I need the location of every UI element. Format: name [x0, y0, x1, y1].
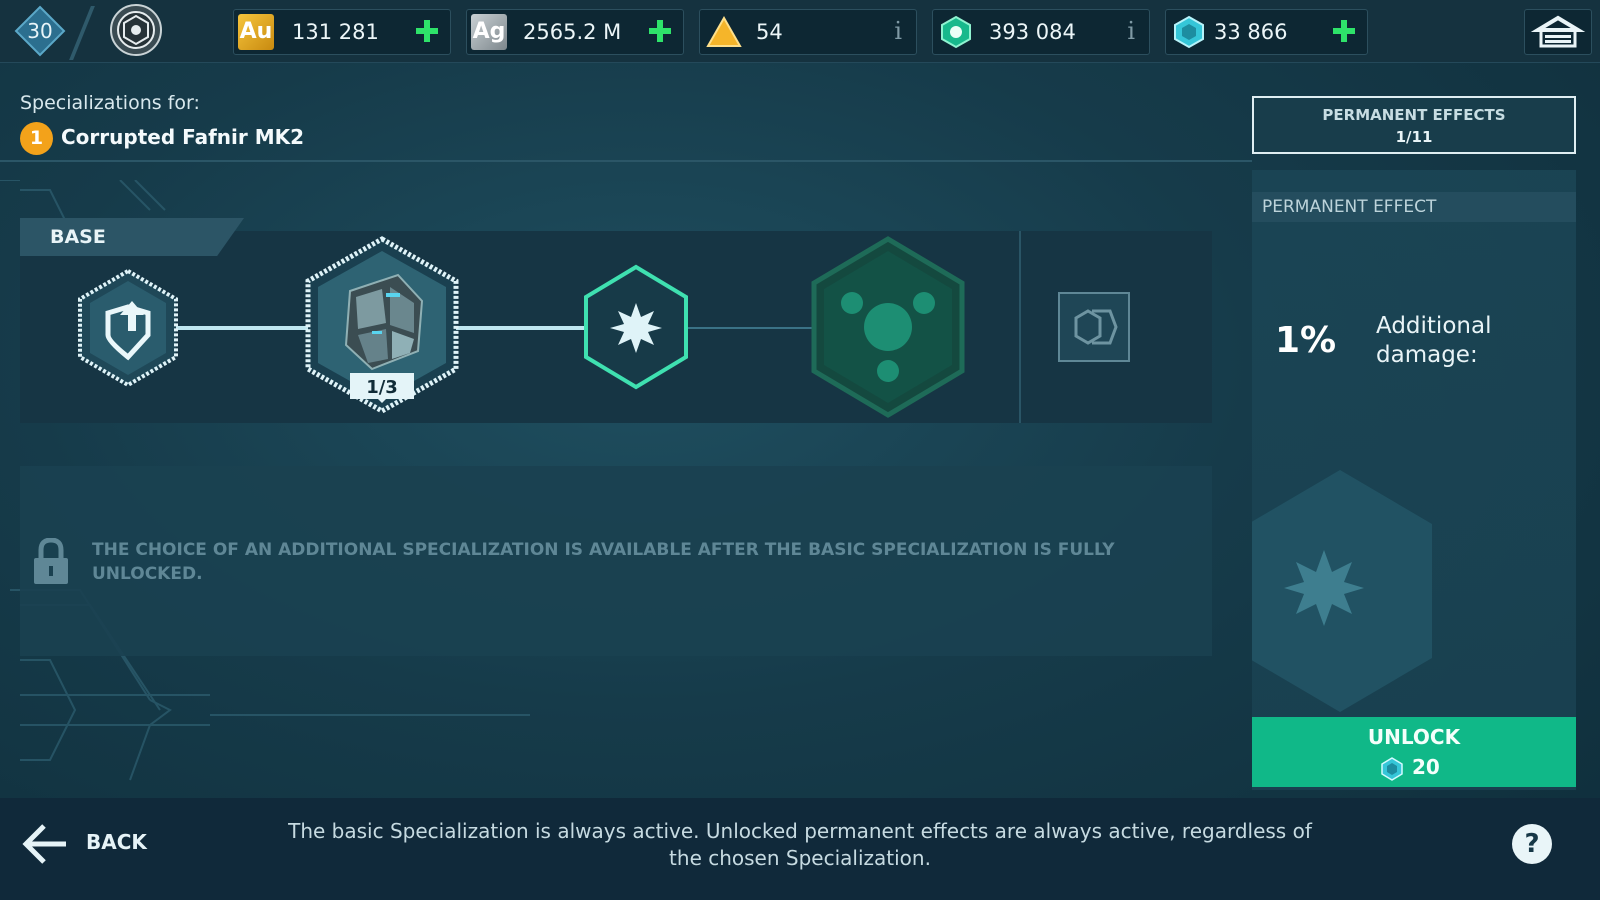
node-progress: 1/3	[366, 377, 398, 398]
empty-slot[interactable]	[1058, 292, 1130, 362]
armor-plate-icon	[344, 273, 424, 371]
add-silver-plus-icon[interactable]	[647, 18, 673, 44]
triangle-value: 54	[756, 20, 783, 44]
unlock-cost: 20	[1412, 755, 1440, 779]
add-gold-plus-icon[interactable]	[414, 18, 440, 44]
triangle-resource: 54 i	[699, 9, 917, 55]
hangar-icon	[1530, 15, 1586, 48]
gold-value: 131 281	[292, 20, 379, 44]
permanent-effects-title: PERMANENT EFFECTS	[1322, 106, 1506, 124]
locked-specialization-message: THE CHOICE OF AN ADDITIONAL SPECIALIZATI…	[92, 540, 1115, 584]
locked-cluster-node[interactable]	[811, 236, 965, 418]
back-button[interactable]: BACK	[22, 822, 162, 866]
silver-value: 2565.2 M	[523, 20, 622, 44]
gold-resource: Au 131 281	[233, 9, 451, 55]
green-gem-resource: 393 084 i	[932, 9, 1150, 55]
triangle-icon	[706, 16, 742, 47]
silver-icon: Ag	[471, 14, 507, 50]
effect-value: 1%	[1275, 320, 1337, 361]
effect-description: Additional damage:	[1376, 313, 1492, 368]
cyan-gem-value: 33 866	[1214, 20, 1288, 44]
gold-icon: Au	[238, 14, 274, 50]
permanent-effect-title: PERMANENT EFFECT	[1262, 197, 1437, 217]
back-label: BACK	[86, 830, 147, 854]
help-button[interactable]: ?	[1512, 824, 1552, 864]
unlock-button[interactable]: UNLOCK 20	[1252, 717, 1576, 787]
back-arrow-icon	[22, 824, 66, 864]
cyan-gem-icon	[1381, 757, 1403, 781]
cyan-gem-icon	[1174, 15, 1204, 49]
green-gem-icon	[941, 15, 971, 49]
shield-upgrade-node[interactable]	[78, 268, 178, 388]
permanent-effects-button[interactable]: PERMANENT EFFECTS 1/11	[1252, 96, 1576, 154]
green-gem-value: 393 084	[989, 20, 1076, 44]
silver-resource: Ag 2565.2 M	[466, 9, 684, 55]
hangar-button[interactable]	[1524, 9, 1592, 55]
player-level: 30	[27, 19, 53, 43]
armor-module-node[interactable]: 1/3	[305, 236, 459, 414]
add-cyan-gem-plus-icon[interactable]	[1331, 18, 1357, 44]
player-level-badge[interactable]: 30	[14, 5, 66, 57]
unlock-label: UNLOCK	[1367, 725, 1461, 749]
ship-name: Corrupted Fafnir MK2	[61, 125, 305, 149]
effect-preview-icon	[1252, 470, 1432, 712]
lock-icon	[34, 538, 68, 584]
header-divider	[0, 160, 1252, 162]
ship-rank-badge: 1	[20, 122, 53, 155]
specializations-for-label: Specializations for:	[20, 92, 200, 114]
cyan-gem-resource: 33 866	[1165, 9, 1368, 55]
specialization-tree: 1/3	[78, 236, 1130, 418]
damage-node[interactable]	[584, 264, 688, 390]
info-icon[interactable]: i	[894, 17, 902, 45]
info-icon[interactable]: i	[1127, 17, 1135, 45]
footer-info-text: The basic Specialization is always activ…	[288, 819, 1312, 870]
corporation-emblem-icon[interactable]	[108, 2, 164, 58]
permanent-effects-count: 1/11	[1395, 128, 1433, 146]
permanent-effect-header: PERMANENT EFFECT	[1252, 192, 1576, 222]
